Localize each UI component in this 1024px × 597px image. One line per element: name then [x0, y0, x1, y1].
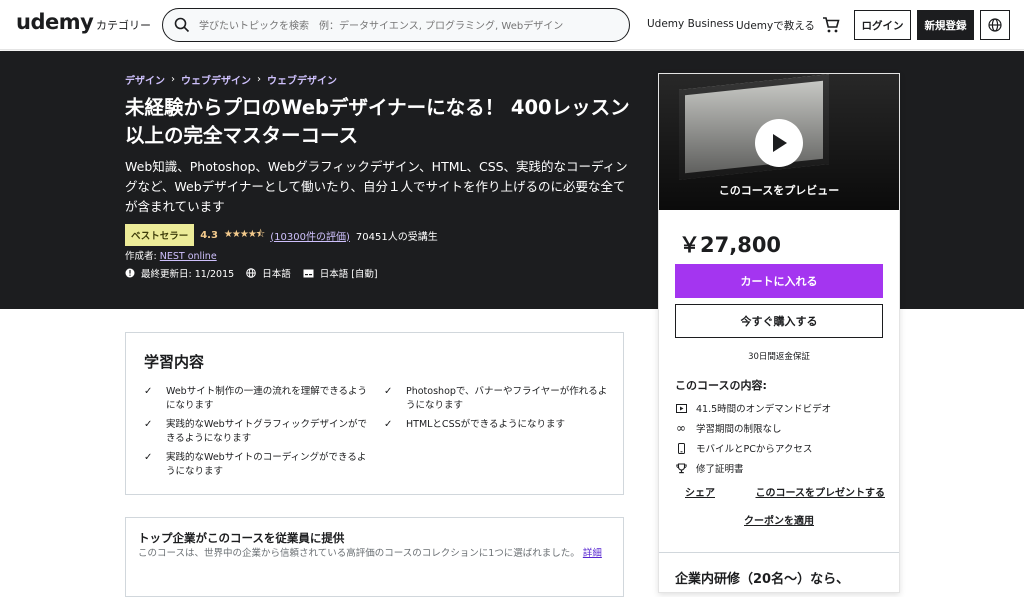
rating-value: 4.3	[200, 229, 218, 241]
purchase-card: このコースをプレビュー ￥27,800 カートに入れる 今すぐ購入する 30日間…	[658, 73, 900, 593]
captions-icon	[303, 269, 314, 277]
learn-title: 学習内容	[144, 353, 205, 371]
search-icon[interactable]	[174, 17, 190, 33]
add-to-cart-button[interactable]: カートに入れる	[675, 264, 883, 298]
globe-icon	[246, 268, 256, 278]
top-companies-text: このコースは、世界中の企業から信頼されている高評価のコースのコレクションに1つに…	[138, 548, 580, 559]
reviews-link[interactable]: (10300件の評価)	[270, 228, 350, 243]
apply-coupon-link[interactable]: クーポンを適用	[659, 512, 899, 527]
search-input[interactable]	[199, 16, 619, 36]
include-item: 41.5時間のオンデマンドビデオ	[675, 401, 885, 415]
includes-title: このコースの内容:	[675, 379, 767, 392]
login-button[interactable]: ログイン	[854, 10, 911, 40]
top-companies-title: トップ企業がこのコースを従業員に提供	[138, 531, 345, 545]
course-price: ￥27,800	[679, 233, 782, 257]
star-rating-icon: ★★★★⯪	[223, 228, 265, 240]
check-icon: ✓	[384, 386, 393, 397]
include-item: ∞ 学習期間の制限なし	[675, 421, 885, 435]
card-links: シェア このコースをプレゼントする	[685, 484, 885, 499]
share-link[interactable]: シェア	[685, 484, 715, 499]
learn-item: ✓ HTMLとCSSができるようになります	[384, 418, 614, 432]
top-companies-description: このコースは、世界中の企業から信頼されている高評価のコースのコレクションに1つに…	[138, 546, 613, 561]
top-companies-box: トップ企業がこのコースを従業員に提供 このコースは、世界中の企業から信頼されてい…	[125, 517, 624, 597]
last-updated: 最終更新日: 11/2015	[141, 269, 235, 280]
breadcrumb-item[interactable]: ウェブデザイン	[267, 72, 337, 87]
course-captions: 日本語 [自動]	[319, 269, 378, 280]
author-label: 作成者:	[125, 251, 157, 262]
learn-item-text: 実践的なWebサイトグラフィックデザインができるようになります	[166, 419, 368, 444]
buy-now-button[interactable]: 今すぐ購入する	[675, 304, 883, 338]
language-button[interactable]	[980, 10, 1010, 40]
include-text: 41.5時間のオンデマンドビデオ	[696, 404, 832, 415]
globe-icon	[988, 18, 1002, 32]
mobile-icon	[675, 442, 687, 454]
include-item: モバイルとPCからアクセス	[675, 441, 885, 455]
search-bar	[162, 8, 630, 42]
teach-link[interactable]: Udemyで教える	[736, 18, 815, 33]
include-text: モバイルとPCからアクセス	[696, 444, 813, 455]
logo-text: udemy	[16, 10, 94, 34]
include-item: 修了証明書	[675, 461, 885, 475]
learn-item-text: HTMLとCSSができるようになります	[406, 419, 565, 430]
breadcrumb-item[interactable]: デザイン	[125, 72, 165, 87]
include-text: 修了証明書	[696, 464, 744, 475]
learn-item: ✓ 実践的なWebサイトグラフィックデザインができるようになります	[144, 418, 374, 446]
course-preview[interactable]: このコースをプレビュー	[659, 74, 899, 210]
chevron-right-icon: ›	[257, 74, 261, 85]
check-icon: ✓	[144, 386, 153, 397]
play-icon[interactable]	[755, 119, 803, 167]
breadcrumb-item[interactable]: ウェブデザイン	[181, 72, 251, 87]
bestseller-badge: ベストセラー	[125, 224, 195, 246]
top-nav: udemy カテゴリー Udemy Business Udemyで教える ログイ…	[0, 0, 1024, 50]
infinity-icon: ∞	[676, 421, 686, 435]
details-link[interactable]: 詳細	[583, 548, 602, 559]
alert-icon	[125, 268, 135, 278]
learn-item: ✓ Webサイト制作の一連の流れを理解できるようになります	[144, 385, 374, 413]
check-icon: ✓	[144, 419, 153, 430]
chevron-right-icon: ›	[171, 74, 175, 85]
categories-menu[interactable]: カテゴリー	[96, 17, 151, 33]
signup-button[interactable]: 新規登録	[917, 10, 974, 40]
learn-item-text: Photoshopで、バナーやフライヤーが作れるようになります	[406, 386, 608, 411]
what-you-will-learn: 学習内容 ✓ Webサイト制作の一連の流れを理解できるようになります ✓ Pho…	[125, 332, 624, 495]
breadcrumb: デザイン › ウェブデザイン › ウェブデザイン	[125, 72, 337, 87]
students-count: 70451人の受講生	[355, 231, 438, 243]
rating-row: ベストセラー 4.3 ★★★★⯪ (10300件の評価) 70451人の受講生	[125, 224, 438, 246]
preview-label: このコースをプレビュー	[718, 184, 840, 197]
cart-icon[interactable]	[821, 15, 841, 35]
author-link[interactable]: NEST online	[160, 251, 217, 262]
include-text: 学習期間の制限なし	[696, 424, 782, 435]
learn-item-text: Webサイト制作の一連の流れを理解できるようになります	[166, 386, 368, 411]
udemy-business-link[interactable]: Udemy Business	[647, 18, 734, 30]
corporate-training-title: 企業内研修（20名〜）なら、	[675, 572, 850, 587]
course-meta: 最終更新日: 11/2015 日本語 日本語 [自動]	[125, 266, 378, 280]
learn-item: ✓ Photoshopで、バナーやフライヤーが作れるようになります	[384, 385, 614, 413]
trophy-icon	[675, 462, 687, 474]
gift-course-link[interactable]: このコースをプレゼントする	[756, 484, 886, 499]
check-icon: ✓	[384, 419, 393, 430]
course-title: 未経験からプロのWebデザイナーになる！ 400レッスン以上の完全マスターコース	[125, 96, 630, 147]
check-icon: ✓	[144, 452, 153, 463]
udemy-logo[interactable]: udemy	[16, 10, 94, 34]
divider	[659, 552, 899, 553]
author-line: 作成者: NEST online	[125, 248, 217, 262]
video-icon	[675, 403, 687, 413]
course-language: 日本語	[262, 269, 291, 280]
learn-item-text: 実践的なWebサイトのコーディングができるようになります	[166, 452, 367, 477]
money-back-guarantee: 30日間返金保証	[748, 352, 810, 362]
learn-item: ✓ 実践的なWebサイトのコーディングができるようになります	[144, 451, 374, 479]
course-subtitle: Web知識、Photoshop、Webグラフィックデザイン、HTML、CSS、実…	[125, 159, 628, 214]
